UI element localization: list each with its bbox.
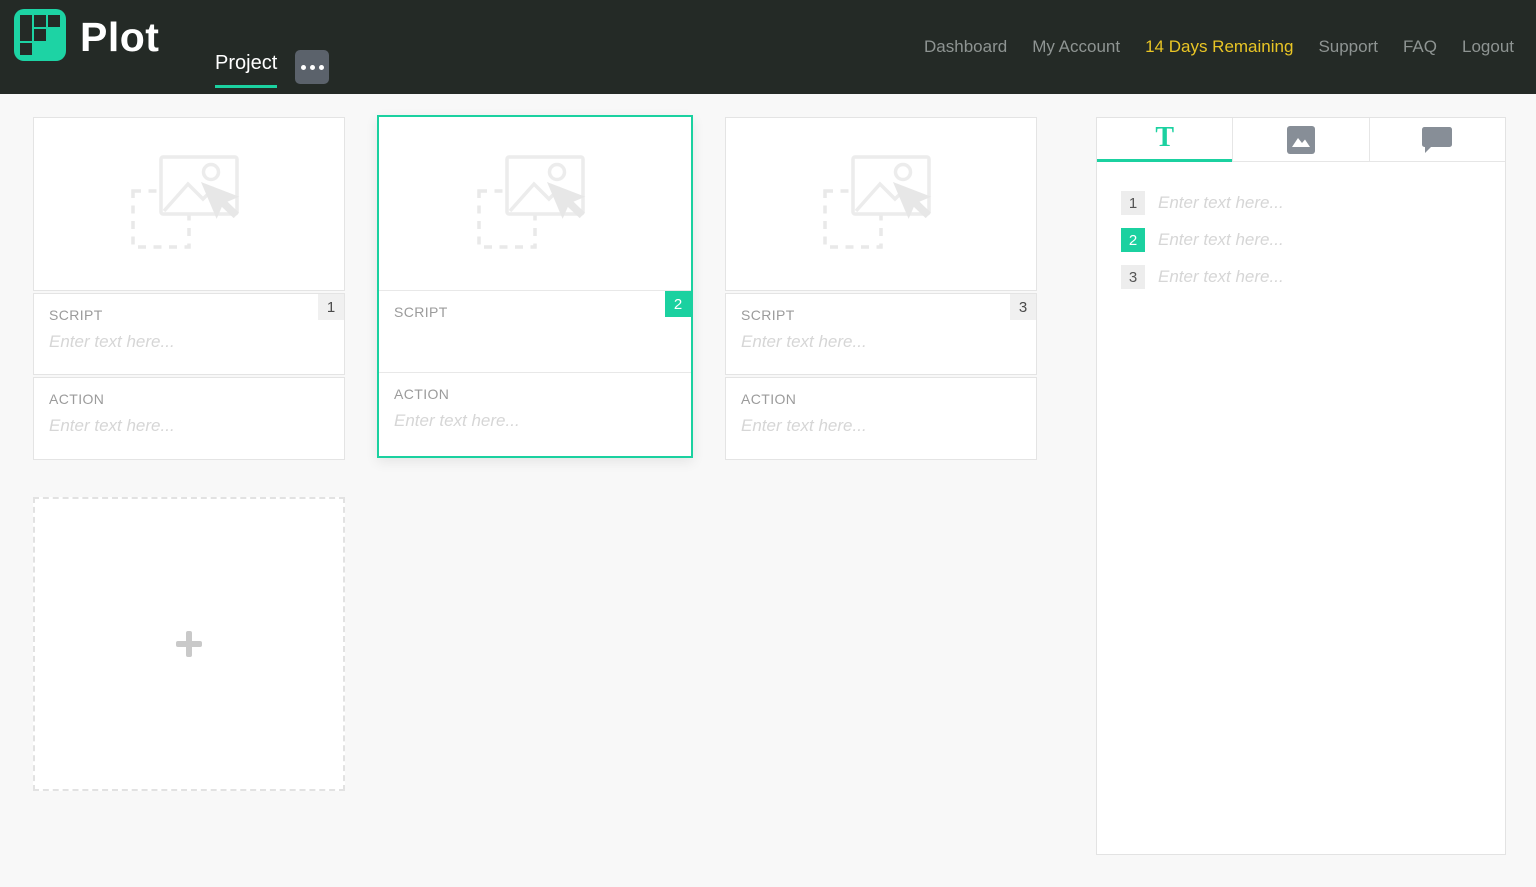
ellipsis-icon [301, 65, 306, 70]
card-3-image-dropzone[interactable] [725, 117, 1037, 291]
row-2-number-badge: 2 [1121, 228, 1145, 252]
text-tab-icon: T [1155, 124, 1174, 154]
row-3-text-input[interactable]: Enter text here... [1158, 267, 1284, 287]
tab-project-active-underline [215, 85, 277, 88]
card-1-action-section: ACTION Enter text here... [33, 377, 345, 460]
plot-logo-icon[interactable] [14, 9, 66, 61]
row-1-text-input[interactable]: Enter text here... [1158, 193, 1284, 213]
script-label: SCRIPT [49, 307, 329, 323]
script-row-2: 2 Enter text here... [1121, 228, 1481, 252]
card-2-image-dropzone[interactable] [379, 117, 691, 291]
storyboard-card-1: 1 SCRIPT Enter text here... ACTION Enter… [33, 117, 345, 460]
nav-my-account[interactable]: My Account [1032, 37, 1120, 57]
tab-project[interactable]: Project [215, 52, 277, 75]
tab-images[interactable] [1232, 118, 1368, 162]
action-label: ACTION [49, 391, 329, 407]
app-title: Plot [80, 14, 159, 61]
card-3-script-input[interactable]: Enter text here... [741, 332, 1021, 352]
action-label: ACTION [741, 391, 1021, 407]
side-panel-tabs: T [1097, 118, 1505, 162]
script-list: 1 Enter text here... 2 Enter text here..… [1097, 162, 1505, 331]
nav-dashboard[interactable]: Dashboard [924, 37, 1007, 57]
script-row-1: 1 Enter text here... [1121, 191, 1481, 215]
nav-logout[interactable]: Logout [1462, 37, 1514, 57]
card-2-script-input[interactable] [394, 329, 676, 349]
card-1-action-input[interactable]: Enter text here... [49, 416, 329, 436]
card-2-number-badge: 2 [665, 291, 691, 317]
side-panel: T 1 Enter text here... 2 Enter text here… [1096, 117, 1506, 855]
nav-support[interactable]: Support [1318, 37, 1378, 57]
storyboard-card-3: 3 SCRIPT Enter text here... ACTION Enter… [725, 117, 1037, 460]
card-2-action-input[interactable]: Enter text here... [394, 411, 676, 431]
image-placeholder-icon [822, 155, 940, 253]
card-1-script-section: 1 SCRIPT Enter text here... [33, 293, 345, 375]
row-1-number-badge: 1 [1121, 191, 1145, 215]
nav-faq[interactable]: FAQ [1403, 37, 1437, 57]
script-row-3: 3 Enter text here... [1121, 265, 1481, 289]
storyboard-card-2-selected: 2 SCRIPT ACTION Enter text here... [377, 115, 693, 458]
card-3-script-section: 3 SCRIPT Enter text here... [725, 293, 1037, 375]
card-1-number-badge: 1 [318, 294, 344, 320]
card-2-action-section: ACTION Enter text here... [379, 373, 691, 456]
card-3-action-section: ACTION Enter text here... [725, 377, 1037, 460]
row-3-number-badge: 3 [1121, 265, 1145, 289]
script-label: SCRIPT [741, 307, 1021, 323]
image-placeholder-icon [130, 155, 248, 253]
project-more-options-button[interactable] [295, 50, 329, 84]
card-3-action-input[interactable]: Enter text here... [741, 416, 1021, 436]
image-placeholder-icon [476, 155, 594, 253]
tab-comments[interactable] [1369, 118, 1505, 162]
add-card-button[interactable] [33, 497, 345, 791]
top-nav: Dashboard My Account 14 Days Remaining S… [924, 0, 1514, 94]
app-header: Plot Project Dashboard My Account 14 Day… [0, 0, 1536, 94]
nav-days-remaining[interactable]: 14 Days Remaining [1145, 37, 1293, 57]
plus-icon [176, 631, 202, 657]
tab-text[interactable]: T [1097, 118, 1232, 162]
card-1-script-input[interactable]: Enter text here... [49, 332, 329, 352]
card-1-image-dropzone[interactable] [33, 117, 345, 291]
script-label: SCRIPT [394, 304, 676, 320]
action-label: ACTION [394, 386, 676, 402]
card-2-script-section: 2 SCRIPT [379, 291, 691, 373]
card-3-number-badge: 3 [1010, 294, 1036, 320]
row-2-text-input[interactable]: Enter text here... [1158, 230, 1284, 250]
comment-icon [1422, 127, 1452, 153]
image-icon [1287, 126, 1315, 154]
